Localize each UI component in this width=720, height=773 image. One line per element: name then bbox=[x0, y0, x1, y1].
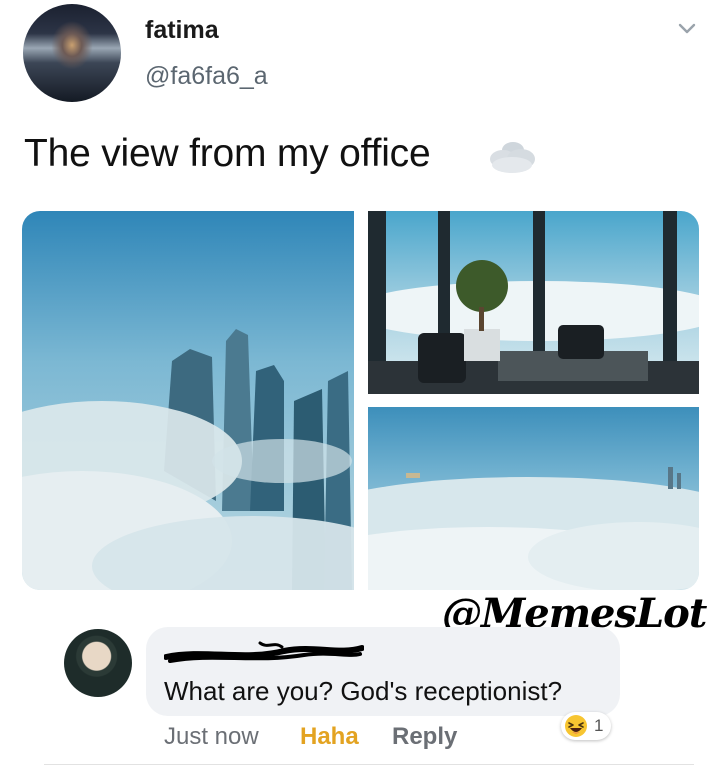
photo-office-window[interactable] bbox=[368, 211, 699, 394]
chevron-down-icon[interactable] bbox=[676, 18, 698, 40]
comment-timestamp: Just now bbox=[164, 723, 259, 750]
commenter-avatar[interactable] bbox=[64, 629, 132, 697]
author-name[interactable]: fatima bbox=[145, 16, 219, 45]
redacted-name-scribble bbox=[163, 639, 365, 665]
author-handle[interactable]: @fa6fa6_a bbox=[145, 62, 268, 91]
reply-link[interactable]: Reply bbox=[392, 723, 457, 751]
photo-cloud-sea[interactable] bbox=[368, 407, 699, 590]
reaction-badge[interactable]: 1 bbox=[561, 712, 611, 740]
reaction-count: 1 bbox=[594, 716, 604, 735]
divider bbox=[44, 764, 694, 765]
tweet-text: The view from my office bbox=[24, 132, 431, 175]
cloud-icon bbox=[483, 132, 541, 178]
comment-text: What are you? God's receptionist? bbox=[164, 676, 563, 706]
photo-skyscrapers[interactable] bbox=[22, 211, 354, 590]
author-avatar[interactable] bbox=[23, 4, 121, 102]
haha-reaction-link[interactable]: Haha bbox=[300, 723, 359, 751]
laughing-face-icon bbox=[565, 715, 587, 737]
